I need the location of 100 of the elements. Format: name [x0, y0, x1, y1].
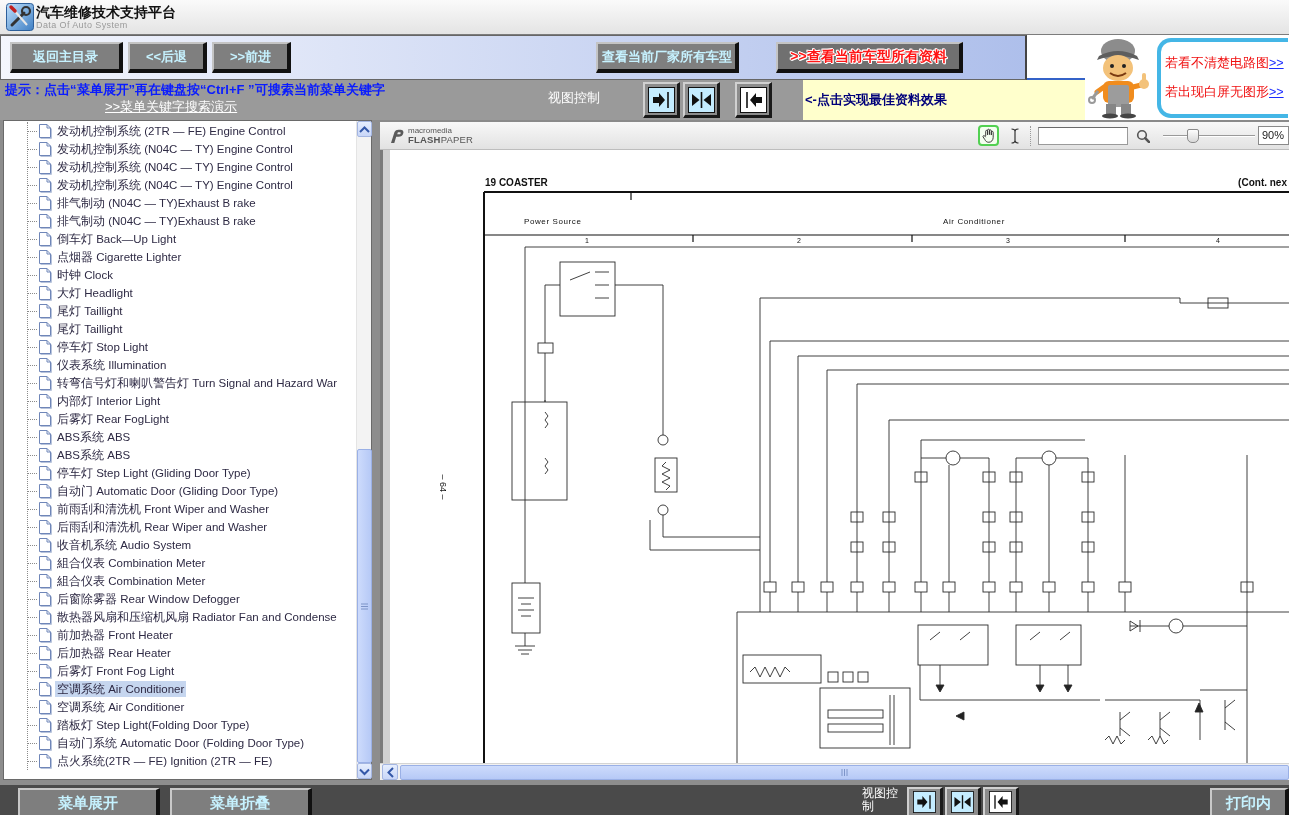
arrow-right-to-bar-icon: [647, 86, 675, 113]
document-icon: [38, 681, 52, 697]
page-number: – 64 –: [438, 474, 448, 500]
menu-item[interactable]: 排气制动 (N04C — TY)Exhaust B rake: [55, 195, 258, 211]
arrow-left-to-bar-icon: [988, 791, 1013, 813]
scroll-up-button[interactable]: [357, 121, 372, 137]
document-icon: [38, 609, 52, 625]
menu-item[interactable]: 发动机控制系统 (N04C — TY) Engine Control: [55, 141, 295, 157]
document-icon: [38, 753, 52, 769]
grip-icon: [841, 768, 848, 776]
arrows-inward-icon: [687, 86, 715, 113]
document-icon: [38, 591, 52, 607]
menu-item[interactable]: 停车灯 Stop Light: [55, 339, 150, 355]
flashpaper-logo-icon: [390, 128, 404, 143]
menu-item[interactable]: 尾灯 Taillight: [55, 303, 125, 319]
document-icon: [38, 555, 52, 571]
hand-tool-button[interactable]: [978, 125, 999, 146]
menu-item[interactable]: 排气制动 (N04C — TY)Exhaust B rake: [55, 213, 258, 229]
menu-item[interactable]: 转弯信号灯和喇叭警告灯 Turn Signal and Hazard War: [55, 375, 340, 391]
vertical-scrollbar[interactable]: [356, 121, 371, 779]
caret-up-icon: [358, 123, 371, 135]
menu-item[interactable]: ABS系统 ABS: [55, 447, 133, 463]
search-field[interactable]: [1038, 126, 1128, 145]
hint-text: 提示：点击“菜单展开”再在键盘按“Ctrl+F ”可搜索当前菜单关键字: [4, 81, 386, 97]
caret-left-icon: [384, 765, 396, 779]
menu-item[interactable]: 点火系统(2TR — FE) Ignition (2TR — FE): [55, 753, 275, 769]
continued-label: (Cont. nex: [1238, 177, 1287, 188]
menu-item[interactable]: 后加热器 Rear Heater: [55, 645, 173, 661]
scroll-left-button[interactable]: [382, 764, 398, 780]
menu-item[interactable]: 前雨刮和清洗机 Front Wiper and Washer: [55, 501, 272, 517]
menu-item[interactable]: 前加热器 Front Heater: [55, 627, 175, 643]
menu-item[interactable]: 散热器风扇和压缩机风扇 Radiator Fan and Condense: [55, 609, 339, 625]
menu-item[interactable]: 倒车灯 Back—Up Light: [55, 231, 179, 247]
slider-thumb[interactable]: [1187, 128, 1199, 143]
menu-item[interactable]: 組合仪表 Combination Meter: [55, 573, 208, 589]
menu-item[interactable]: 后雾灯 Front Fog Light: [55, 663, 177, 679]
search-icon[interactable]: [1136, 128, 1150, 143]
menu-item[interactable]: 点烟器 Cigarette Lighter: [55, 249, 184, 265]
document-icon: [38, 465, 52, 481]
view-mode-button[interactable]: [945, 787, 981, 815]
menu-item[interactable]: ABS系统 ABS: [55, 429, 133, 445]
document-icon: [38, 699, 52, 715]
view-tip-text: <-点击实现最佳资料效果: [805, 92, 947, 108]
scrollbar-thumb[interactable]: [357, 449, 372, 763]
menu-item[interactable]: 仪表系统 Illumination: [55, 357, 169, 373]
view-mode-button[interactable]: [907, 787, 943, 815]
menu-item[interactable]: 后雨刮和清洗机 Rear Wiper and Washer: [55, 519, 270, 535]
document-icon: [38, 501, 52, 517]
menu-item[interactable]: 发动机控制系统 (N04C — TY) Engine Control: [55, 177, 295, 193]
document-icon: [38, 231, 52, 247]
document-icon: [38, 177, 52, 193]
menu-item[interactable]: 自动门系统 Automatic Door (Folding Door Type): [55, 735, 307, 751]
view-mode-button[interactable]: [735, 82, 772, 118]
help-text: 若看不清楚电路图: [1165, 55, 1269, 70]
menu-item[interactable]: 后雾灯 Rear FogLight: [55, 411, 172, 427]
view-control-label: 视图控制: [548, 89, 601, 107]
document-icon: [38, 735, 52, 751]
document-icon: [38, 285, 52, 301]
document-icon: [38, 213, 52, 229]
view-mode-button[interactable]: [983, 787, 1019, 815]
help-link[interactable]: >>: [1269, 84, 1284, 99]
menu-item[interactable]: 收音机系统 Audio System: [55, 537, 194, 553]
diagram-title: 19 COASTER: [485, 177, 548, 188]
document-icon: [38, 339, 52, 355]
document-icon: [38, 411, 52, 427]
view-mode-button[interactable]: [643, 82, 680, 118]
document-icon: [38, 303, 52, 319]
scroll-down-button[interactable]: [357, 763, 372, 779]
document-icon: [38, 627, 52, 643]
document-icon: [38, 123, 52, 139]
document-icon: [38, 375, 52, 391]
menu-item[interactable]: 发动机控制系统 (N04C — TY) Engine Control: [55, 159, 295, 175]
menu-item[interactable]: 空调系统 Air Conditioner: [55, 699, 187, 715]
document-icon: [38, 537, 52, 553]
menu-item[interactable]: 停车灯 Step Light (Gliding Door Type): [55, 465, 253, 481]
arrow-right-to-bar-icon: [912, 791, 937, 813]
app-title: 汽车维修技术支持平台: [36, 3, 176, 20]
menu-item[interactable]: 踏板灯 Step Light(Folding Door Type): [55, 717, 252, 733]
menu-item[interactable]: 組合仪表 Combination Meter: [55, 555, 208, 571]
view-control-label: 视图控制: [862, 785, 899, 815]
menu-item[interactable]: 自动门 Automatic Door (Gliding Door Type): [55, 483, 281, 499]
zoom-field[interactable]: 90%: [1258, 126, 1289, 145]
logo-text: macromedia: [408, 126, 453, 135]
menu-item[interactable]: 内部灯 Interior Light: [55, 393, 163, 409]
help-link[interactable]: >>: [1269, 55, 1284, 70]
document-icon: [38, 195, 52, 211]
logo-text: FLASHPAPER: [408, 134, 474, 145]
view-mode-button[interactable]: [683, 82, 720, 118]
menu-item[interactable]: 空调系统 Air Conditioner: [55, 681, 187, 697]
document-icon: [38, 393, 52, 409]
menu-item[interactable]: 后窗除雾器 Rear Window Defogger: [55, 591, 242, 607]
document-icon: [38, 249, 52, 265]
document-icon: [38, 483, 52, 499]
menu-item[interactable]: 发动机控制系统 (2TR — FE) Engine Control: [55, 123, 288, 139]
menu-item[interactable]: 尾灯 Taillight: [55, 321, 125, 337]
tools-icon: [6, 3, 34, 31]
arrow-left-to-bar-icon: [739, 86, 767, 113]
document-icon: [38, 663, 52, 679]
menu-item[interactable]: 大灯 Headlight: [55, 285, 135, 301]
menu-item[interactable]: 时钟 Clock: [55, 267, 115, 283]
